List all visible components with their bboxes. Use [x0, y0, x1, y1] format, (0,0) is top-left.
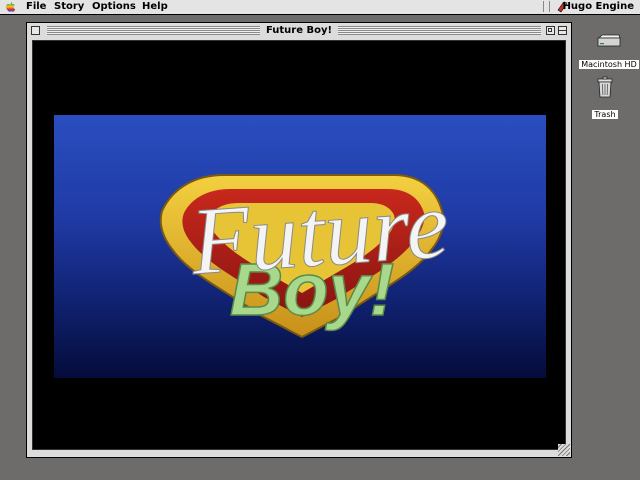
desktop-icon-macintosh-hd[interactable]: Macintosh HD — [578, 33, 640, 71]
close-box[interactable] — [31, 26, 40, 35]
resize-handle[interactable] — [558, 444, 570, 456]
game-window: Future Boy! Boy! Future — [26, 22, 572, 458]
window-title: Future Boy! — [259, 23, 339, 39]
menu-bar: File Story Options Help Hugo Engine — [0, 0, 640, 15]
menu-options[interactable]: Options — [92, 1, 136, 13]
menu-story[interactable]: Story — [54, 1, 84, 13]
zoom-box[interactable] — [546, 26, 555, 35]
desktop-icon-trash[interactable]: Trash — [589, 76, 621, 121]
collapse-box[interactable] — [558, 26, 567, 35]
hard-drive-icon — [597, 34, 621, 47]
title-art: Boy! Future — [54, 115, 546, 378]
future-boy-logo: Boy! Future — [159, 170, 453, 339]
menubar-divider — [543, 1, 550, 12]
desktop-icon-label: Trash — [592, 110, 618, 119]
desktop-icon-label: Macintosh HD — [579, 60, 639, 69]
menu-file[interactable]: File — [26, 1, 46, 13]
apple-menu-icon[interactable] — [5, 1, 16, 13]
menu-help[interactable]: Help — [142, 1, 168, 13]
trash-icon — [597, 76, 613, 98]
application-menu[interactable]: Hugo Engine — [563, 1, 634, 13]
logo-future-text: Future — [186, 170, 452, 295]
window-title-bar[interactable]: Future Boy! — [27, 23, 571, 39]
game-screen[interactable]: Boy! Future — [32, 40, 566, 450]
